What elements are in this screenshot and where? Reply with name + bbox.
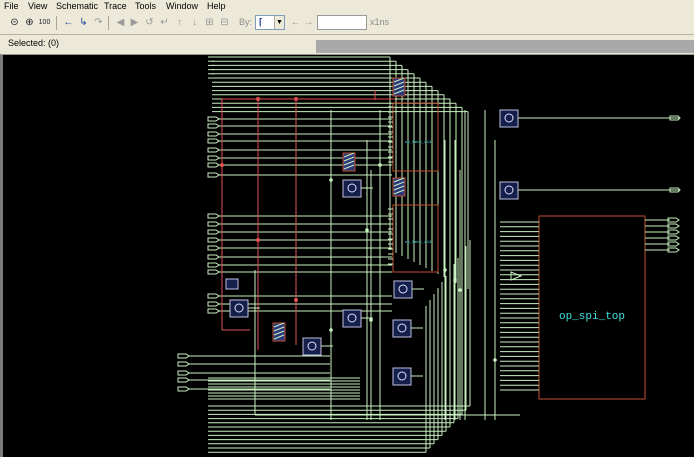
- menu-tools[interactable]: Tools: [135, 1, 156, 12]
- input-port-icon: [207, 116, 220, 122]
- submodule-label: op_Pmtx_d13: [405, 140, 432, 145]
- input-port-icon: [207, 155, 220, 161]
- edge-icon: ⌈: [259, 17, 263, 27]
- junction-dot: [220, 163, 224, 167]
- input-port-icon: [207, 301, 220, 307]
- trace-by-select[interactable]: ⌈ ▼: [255, 15, 285, 30]
- junction-dot: [493, 358, 497, 362]
- input-port-icon: [207, 123, 220, 129]
- trace-back-icon[interactable]: ←: [62, 15, 75, 30]
- flipflop-icon: [302, 337, 322, 356]
- junction-dot: [294, 97, 298, 101]
- buffer-icon: [510, 271, 523, 281]
- toolbar: ⊝ ⊕ 100 ← ↳ ↷ ◀ ▶ ↺ ↵ ↑ ↓ ⊞ ⊟ By: ⌈ ▼ ← …: [0, 13, 694, 35]
- schematic-canvas[interactable]: op_Pmtx_d13 op_Pmtx_d13 op_spi_top: [0, 55, 694, 457]
- flipflop-icon: [499, 109, 519, 128]
- push-icon[interactable]: ◀: [114, 15, 127, 30]
- junction-dot: [294, 298, 298, 302]
- input-port-icon: [207, 162, 220, 168]
- trace-forward-icon[interactable]: ↷: [92, 15, 105, 30]
- magnifier-plus-icon[interactable]: ⊕: [23, 15, 36, 30]
- input-port-icon: [207, 254, 220, 260]
- input-port-icon: [207, 237, 220, 243]
- input-port-icon: [207, 308, 220, 314]
- status-panel: [316, 40, 694, 53]
- top-module-block: [538, 215, 646, 400]
- back-icon[interactable]: ↵: [158, 15, 171, 30]
- junction-dot: [256, 238, 260, 242]
- flipflop-icon: [499, 181, 519, 200]
- magnifier-minus-icon[interactable]: ⊝: [8, 15, 21, 30]
- expand-icon[interactable]: ⊞: [203, 15, 216, 30]
- toolbar-separator: [56, 16, 57, 30]
- menu-window[interactable]: Window: [166, 1, 198, 12]
- pop-icon[interactable]: ▶: [128, 15, 141, 30]
- input-port-icon: [207, 262, 220, 268]
- input-port-icon: [207, 213, 220, 219]
- time-unit-label: x1ns: [370, 17, 390, 27]
- status-bar: Selected: (0): [0, 35, 694, 55]
- collapse-icon[interactable]: ⊟: [218, 15, 231, 30]
- input-port-icon: [207, 221, 220, 227]
- buffer-icon: [225, 278, 239, 290]
- flipflop-icon: [392, 319, 412, 338]
- flipflop-icon: [342, 179, 362, 198]
- top-module-label: op_spi_top: [559, 311, 625, 323]
- input-port-icon: [207, 245, 220, 251]
- input-port-icon: [177, 370, 190, 376]
- input-port-icon: [207, 131, 220, 137]
- input-port-icon: [177, 386, 190, 392]
- menu-schematic[interactable]: Schematic: [56, 1, 98, 12]
- arrow-right-icon[interactable]: →: [302, 15, 315, 30]
- flipflop-icon: [392, 367, 412, 386]
- junction-dot: [378, 163, 382, 167]
- time-input[interactable]: [317, 15, 367, 30]
- up-icon[interactable]: ↑: [173, 15, 186, 30]
- input-port-icon: [207, 147, 220, 153]
- flipflop-icon: [229, 299, 249, 318]
- submodule-block: [392, 204, 439, 273]
- flipflop-icon: [393, 280, 413, 299]
- input-port-icon: [207, 229, 220, 235]
- submodule-block: [392, 102, 439, 172]
- junction-dot: [458, 288, 462, 292]
- junction-dot: [453, 278, 457, 282]
- input-port-icon: [207, 172, 220, 178]
- menu-view[interactable]: View: [28, 1, 47, 12]
- down-icon[interactable]: ↓: [188, 15, 201, 30]
- arrow-left-icon[interactable]: ←: [289, 15, 302, 30]
- toolbar-separator: [108, 16, 109, 30]
- flipflop-icon: [342, 309, 362, 328]
- menu-help[interactable]: Help: [207, 1, 226, 12]
- input-port-icon: [207, 138, 220, 144]
- junction-dot: [256, 97, 260, 101]
- zoom-100-button[interactable]: 100: [38, 15, 51, 30]
- trace-fanout-icon[interactable]: ↳: [77, 15, 90, 30]
- chevron-down-icon: ▼: [274, 16, 284, 29]
- submodule-label: op_Pmtx_d13: [405, 240, 432, 245]
- schematic-drawing: op_Pmtx_d13 op_Pmtx_d13 op_spi_top: [177, 56, 681, 453]
- input-port-icon: [207, 269, 220, 275]
- input-port-icon: [207, 293, 220, 299]
- input-port-icon: [177, 353, 190, 359]
- menu-file[interactable]: File: [4, 1, 19, 12]
- input-port-icon: [177, 361, 190, 367]
- junction-dot: [365, 228, 369, 232]
- input-port-icon: [177, 377, 190, 383]
- undo-icon[interactable]: ↺: [143, 15, 156, 30]
- junction-dot: [329, 328, 333, 332]
- junction-dot: [443, 268, 447, 272]
- junction-dot: [329, 178, 333, 182]
- menu-trace[interactable]: Trace: [104, 1, 127, 12]
- menu-bar: File View Schematic Trace Tools Window H…: [0, 0, 694, 13]
- junction-dot: [369, 318, 373, 322]
- by-label: By:: [239, 17, 253, 27]
- selected-count: Selected: (0): [8, 38, 60, 48]
